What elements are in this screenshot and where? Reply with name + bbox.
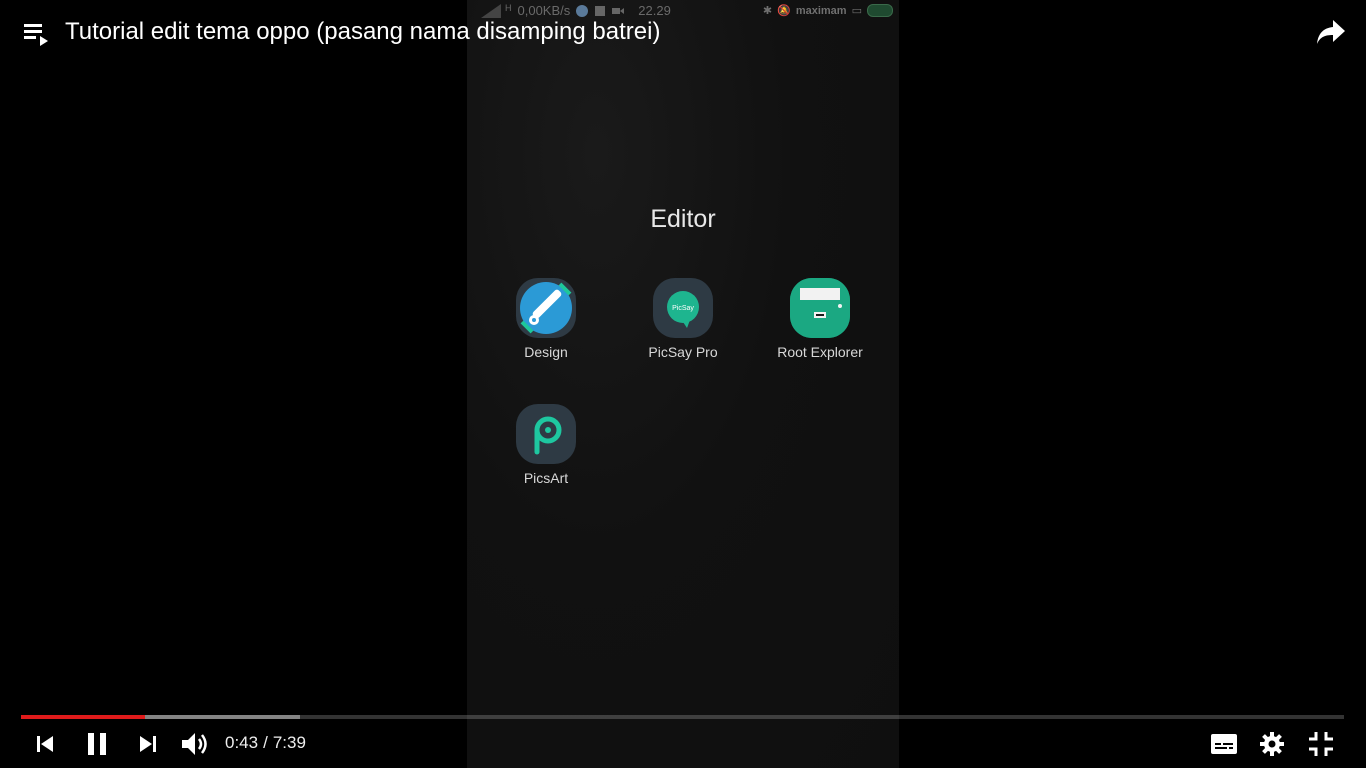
pause-button[interactable]	[82, 722, 112, 766]
skip-previous-icon	[37, 736, 53, 752]
folder-title: Editor	[650, 205, 716, 233]
app-label: Root Explorer	[777, 344, 863, 360]
skip-next-icon	[140, 736, 156, 752]
picsay-icon-text: PicSay	[672, 305, 694, 312]
time-separator: /	[263, 733, 268, 752]
pause-icon	[88, 733, 106, 755]
subtitles-button[interactable]	[1208, 722, 1240, 766]
app-label: PicsArt	[523, 470, 569, 486]
volume-button[interactable]	[178, 722, 212, 766]
design-pen-icon	[516, 278, 576, 338]
current-time: 0:43	[225, 733, 259, 752]
app-design[interactable]: Design	[486, 278, 606, 360]
previous-button[interactable]	[30, 722, 60, 766]
player-top-bar: Tutorial edit tema oppo (pasang nama dis…	[0, 0, 1366, 64]
root-explorer-icon	[790, 278, 850, 338]
time-display: 0:43 / 7:39	[225, 733, 306, 753]
player-controls	[0, 722, 1366, 768]
app-picsay-pro[interactable]: PicSay PicSay Pro	[623, 278, 743, 360]
app-picsart[interactable]: PicsArt	[486, 404, 606, 486]
phone-wallpaper	[467, 0, 899, 768]
subtitles-icon	[1211, 734, 1237, 754]
next-button[interactable]	[133, 722, 163, 766]
picsay-bubble-icon: PicSay	[653, 278, 713, 338]
exit-fullscreen-button[interactable]	[1305, 722, 1337, 766]
settings-button[interactable]	[1256, 722, 1288, 766]
progress-played	[21, 715, 146, 719]
video-area[interactable]: H 0,00KB/s 22.29 ✱ 🔕 maximam ▭ Editor De…	[0, 0, 1366, 768]
picsart-p-icon	[516, 404, 576, 464]
volume-icon	[182, 733, 207, 755]
progress-bar[interactable]	[21, 715, 1344, 719]
playlist-icon[interactable]	[22, 22, 50, 46]
app-label: PicSay Pro	[648, 344, 718, 360]
gear-icon	[1260, 732, 1284, 756]
app-root-explorer[interactable]: Root Explorer	[760, 278, 880, 360]
app-label: Design	[524, 344, 568, 360]
exit-fullscreen-icon	[1309, 732, 1333, 756]
phone-screen: H 0,00KB/s 22.29 ✱ 🔕 maximam ▭ Editor De…	[467, 0, 899, 768]
share-icon[interactable]	[1316, 18, 1346, 46]
duration: 7:39	[272, 733, 306, 752]
video-title[interactable]: Tutorial edit tema oppo (pasang nama dis…	[65, 18, 660, 46]
